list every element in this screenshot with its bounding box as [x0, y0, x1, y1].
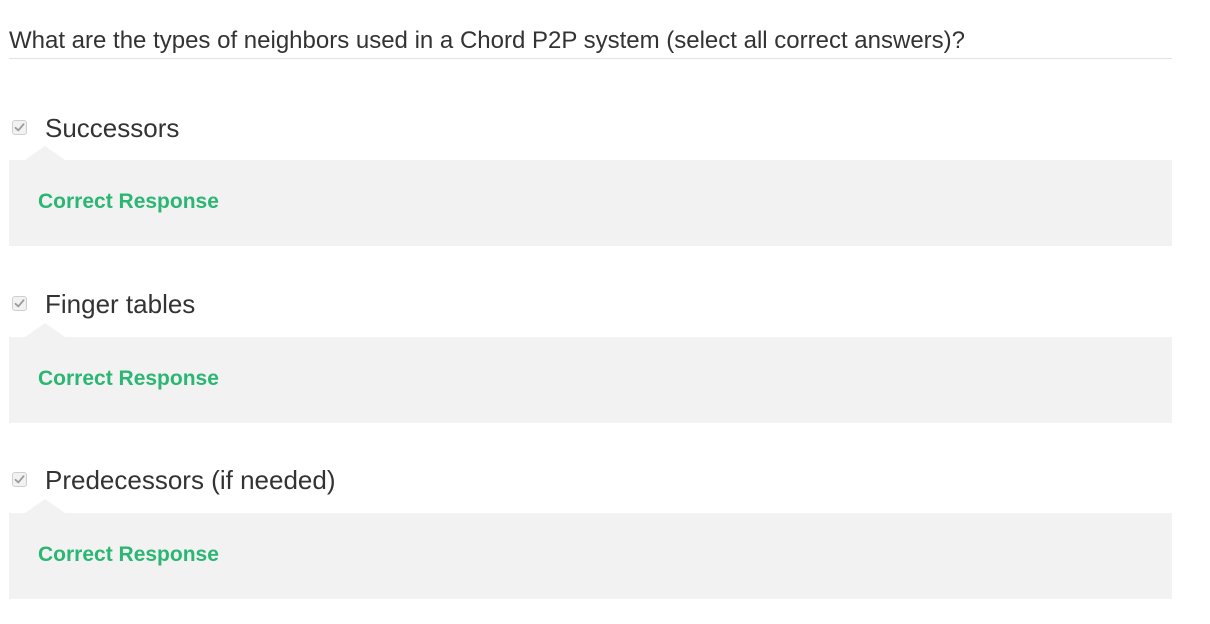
option-label-successors: Successors: [45, 113, 180, 143]
option-label-predecessors: Predecessors (if needed): [45, 465, 336, 495]
correct-response-text: Correct Response: [38, 543, 219, 566]
question-header: What are the types of neighbors used in …: [9, 24, 1172, 59]
answer-option: Predecessors (if needed) Correct Respons…: [9, 462, 1172, 599]
answer-option: Successors Correct Response: [9, 110, 1172, 246]
feedback-box: Correct Response: [9, 499, 1172, 599]
feedback-box: Correct Response: [9, 146, 1172, 246]
checkbox-checked-icon[interactable]: [12, 296, 27, 311]
checkbox-checked-icon[interactable]: [12, 472, 27, 487]
quiz-page: What are the types of neighbors used in …: [0, 0, 1210, 624]
checkbox-checked-icon[interactable]: [12, 120, 27, 135]
answer-option-row[interactable]: Finger tables: [9, 286, 1172, 330]
answer-option: Finger tables Correct Response: [9, 286, 1172, 423]
feedback-box: Correct Response: [9, 323, 1172, 423]
correct-response-text: Correct Response: [38, 190, 219, 213]
correct-response-text: Correct Response: [38, 367, 219, 390]
answer-option-row[interactable]: Successors: [9, 110, 1172, 154]
question-text: What are the types of neighbors used in …: [9, 27, 966, 54]
answer-option-row[interactable]: Predecessors (if needed): [9, 462, 1172, 506]
option-label-finger-tables: Finger tables: [45, 289, 196, 319]
